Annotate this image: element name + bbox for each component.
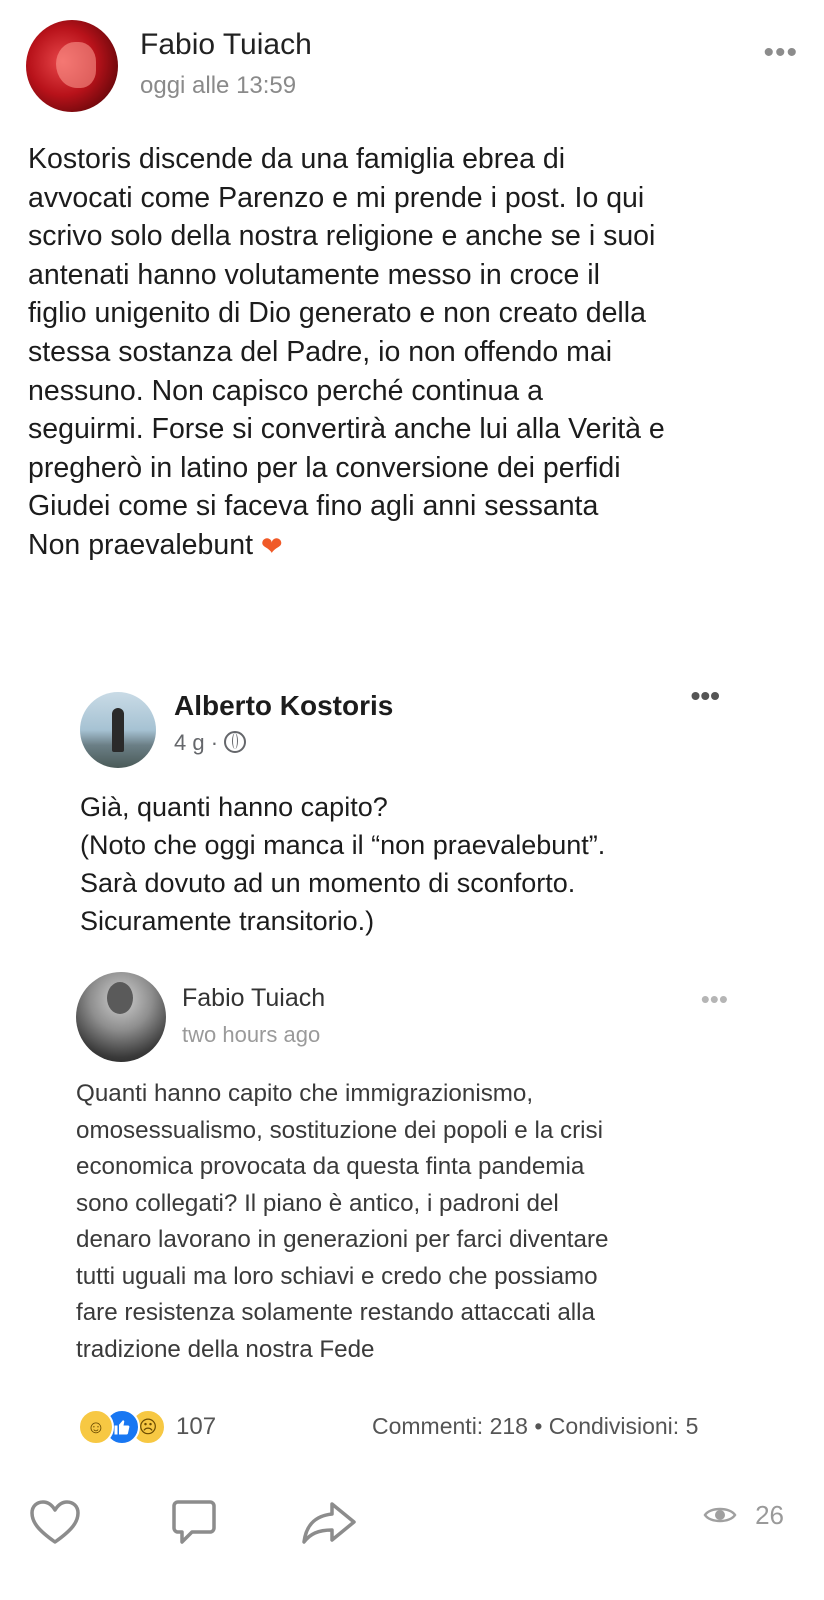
post-text-line: stessa sostanza del Padre, io non offend… [28, 335, 613, 368]
more-options-icon[interactable]: ••• [691, 680, 720, 712]
embedded-text-line: Quanti hanno capito che immigrazionismo, [76, 1080, 534, 1107]
shared-age: 4 g [174, 730, 205, 755]
more-options-icon[interactable]: ••• [763, 36, 798, 70]
embedded-text-line: tutti uguali ma loro schiavi e credo che… [76, 1262, 598, 1290]
shared-text: Già, quanti hanno capito? (Noto che oggi… [80, 788, 740, 940]
reactions-bar: ☺ ☹ 107 Commenti: 218 • Condivisioni: 5 [78, 1407, 778, 1447]
embedded-text-line: omosessualismo, sostituzione dei popoli … [76, 1116, 603, 1144]
share-icon[interactable] [300, 1498, 360, 1553]
post-text: Kostoris discende da una famiglia ebrea … [28, 140, 808, 566]
heart-emoji-icon: ❤ [260, 531, 283, 562]
view-count-value: 26 [755, 1500, 784, 1530]
eye-icon [703, 1502, 737, 1533]
shared-text-line: Sicuramente transitorio.) [80, 906, 375, 936]
globe-icon [224, 731, 247, 754]
embedded-timestamp: two hours ago [182, 1022, 321, 1047]
more-options-icon[interactable]: ••• [701, 984, 728, 1015]
post-text-line: figlio unigenito di Dio generato e non c… [28, 297, 646, 330]
comments-shares-count[interactable]: Commenti: 218 • Condivisioni: 5 [372, 1413, 698, 1440]
post-text-line: scrivo solo della nostra religione e anc… [28, 220, 656, 253]
embedded-text-line: denaro lavorano in generazioni per farci… [76, 1226, 609, 1253]
action-bar: 26 [0, 1490, 824, 1570]
post-text-line: Non praevalebunt ❤ [28, 526, 808, 566]
post-text-line: Kostoris discende da una famiglia ebrea … [28, 143, 566, 175]
embedded-text-line: sono collegati? Il piano è antico, i pad… [76, 1189, 559, 1217]
post-text-line: avvocati come Parenzo e mi prende i post… [28, 181, 645, 214]
embedded-text: Quanti hanno capito che immigrazionismo,… [76, 1076, 756, 1368]
avatar[interactable] [80, 692, 156, 768]
post-author-name[interactable]: Fabio Tuiach [140, 28, 312, 62]
avatar[interactable] [26, 20, 118, 112]
view-count: 26 [703, 1500, 784, 1533]
embedded-text-line: tradizione della nostra Fede [76, 1335, 375, 1363]
heart-icon[interactable] [28, 1498, 82, 1553]
shared-text-line: Già, quanti hanno capito? [80, 792, 388, 822]
post-text-line: pregherò in latino per la conversione de… [28, 451, 621, 484]
embedded-author-name[interactable]: Fabio Tuiach [182, 984, 325, 1013]
shared-text-line: Sarà dovuto ad un momento di sconforto. [80, 868, 576, 898]
post-header: Fabio Tuiach oggi alle 13:59 ••• [26, 18, 798, 114]
embedded-text-line: economica provocata da questa finta pand… [76, 1153, 585, 1180]
shared-meta: 4 g · [174, 730, 247, 756]
embedded-text-line: fare resistenza solamente restando attac… [76, 1299, 595, 1326]
post-text-line: seguirmi. Forse si convertirà anche lui … [28, 413, 665, 446]
separator-dot: · [210, 730, 219, 755]
post-text-line: nessuno. Non capisco perché continua a [28, 374, 543, 407]
haha-icon[interactable]: ☺ [78, 1409, 114, 1445]
avatar[interactable] [76, 972, 166, 1062]
shared-text-line: (Noto che oggi manca il “non praevalebun… [80, 830, 606, 860]
post-timestamp[interactable]: oggi alle 13:59 [140, 72, 296, 100]
shared-author-name[interactable]: Alberto Kostoris [174, 690, 393, 722]
reaction-count[interactable]: 107 [176, 1413, 216, 1441]
post-text-line: antenati hanno volutamente messo in croc… [28, 258, 600, 291]
post-text-closing: Non praevalebunt [28, 528, 253, 561]
post-text-line: Giudei come si faceva fino agli anni ses… [28, 490, 599, 523]
comment-icon[interactable] [170, 1498, 218, 1553]
